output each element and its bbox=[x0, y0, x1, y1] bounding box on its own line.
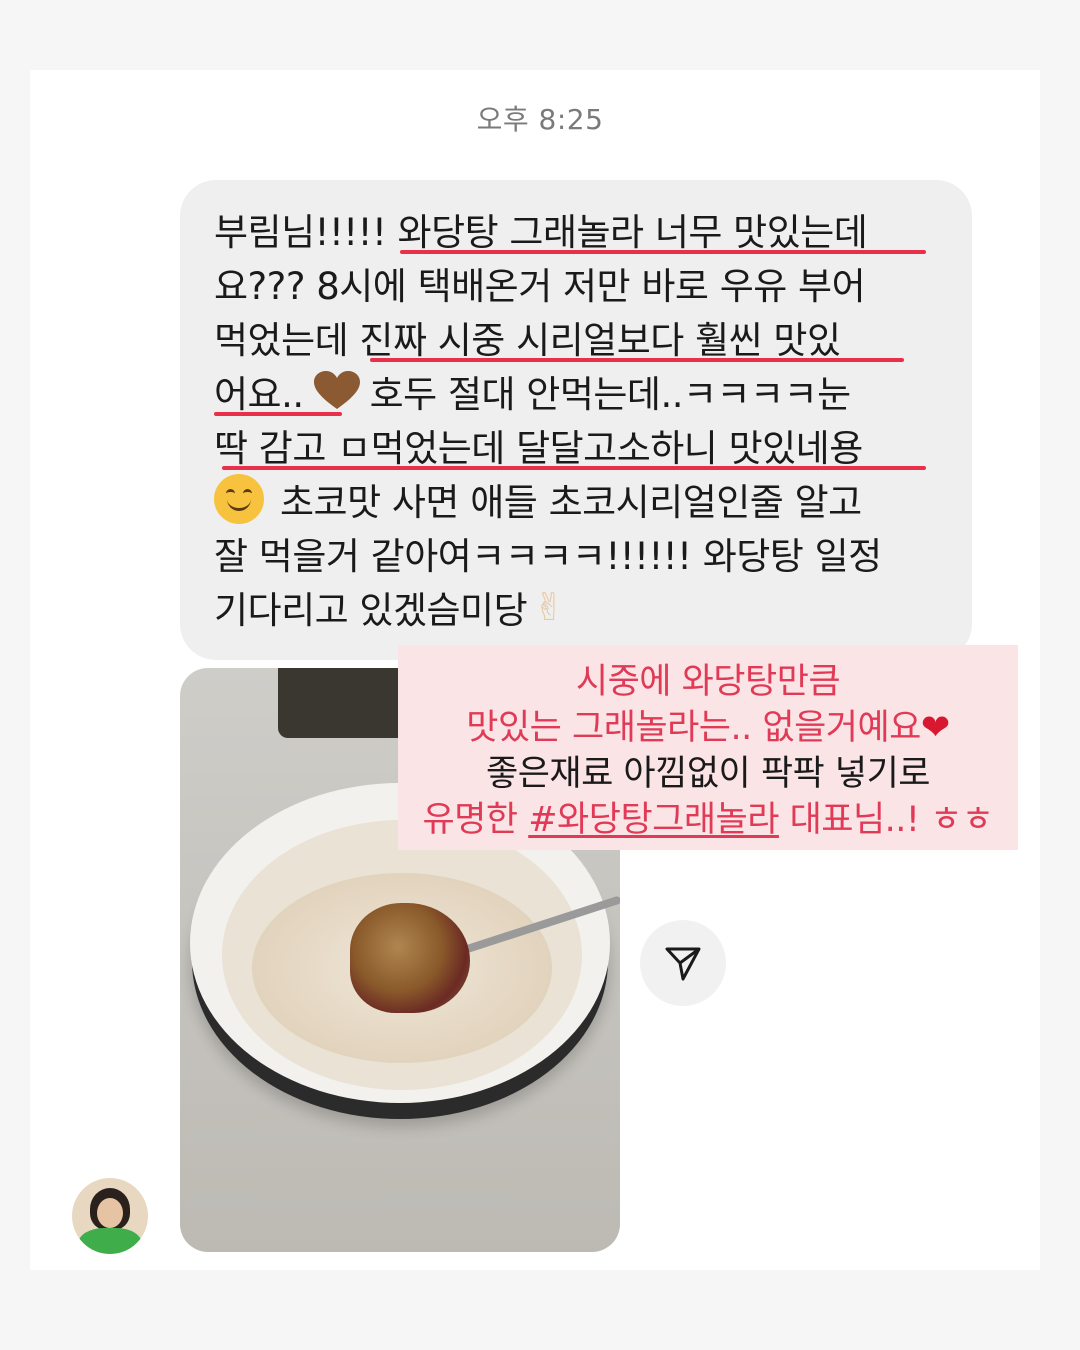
message-text: 부림님!!!!! 와당탕 그래놀라 너무 맛있는데 bbox=[214, 211, 868, 254]
share-button[interactable] bbox=[640, 920, 726, 1006]
message-text: 먹었는데 진짜 시중 시리얼보다 훨씬 맛있 bbox=[214, 319, 841, 362]
granola-jar bbox=[278, 668, 410, 738]
highlight-underline bbox=[370, 358, 904, 362]
caption-text: 유명한 bbox=[422, 800, 529, 840]
message-line-1: 부림님!!!!! 와당탕 그래놀라 너무 맛있는데 bbox=[214, 202, 942, 256]
highlight-underline bbox=[222, 466, 926, 470]
message-line-7: 잘 먹을거 같아여ㅋㅋㅋㅋ!!!!!! 와당탕 일정 bbox=[214, 526, 942, 580]
message-line-6: 초코맛 사면 애들 초코시리얼인줄 알고 bbox=[214, 472, 942, 526]
message-timestamp: 오후 8:25 bbox=[476, 103, 604, 136]
message-line-5: 딱 감고 ㅁ먹었는데 달달고소하니 맛있네용 bbox=[214, 418, 942, 472]
brown-heart-icon bbox=[313, 371, 360, 411]
message-text: 잘 먹을거 같아여ㅋㅋㅋㅋ!!!!!! 와당탕 일정 bbox=[214, 535, 882, 578]
highlight-underline bbox=[400, 250, 926, 254]
caption-line-1: 시중에 와당탕만큼 bbox=[575, 662, 841, 702]
message-line-3: 먹었는데 진짜 시중 시리얼보다 훨씬 맛있 bbox=[214, 310, 942, 364]
received-message-bubble[interactable]: 부림님!!!!! 와당탕 그래놀라 너무 맛있는데 요??? 8시에 택배온거 … bbox=[180, 180, 972, 660]
message-line-4: 어요.. 호두 절대 안먹는데..ㅋㅋㅋㅋ눈 bbox=[214, 364, 942, 418]
sender-avatar[interactable] bbox=[72, 1178, 148, 1254]
message-text: 호두 절대 안먹는데..ㅋㅋㅋㅋ눈 bbox=[369, 373, 852, 416]
highlight-underline bbox=[214, 412, 342, 416]
avatar-face bbox=[97, 1198, 123, 1228]
message-text: 기다리고 있겠슴미당 bbox=[214, 589, 528, 632]
message-line-2: 요??? 8시에 택배온거 저만 바로 우유 부어 bbox=[214, 256, 942, 310]
caption-text: 대표님..! ㅎㅎ bbox=[778, 800, 994, 840]
hashtag-link[interactable]: #와당탕그래놀라 bbox=[528, 800, 779, 840]
paper-plane-icon bbox=[665, 947, 701, 981]
message-text: 딱 감고 ㅁ먹었는데 달달고소하니 맛있네용 bbox=[214, 427, 863, 470]
message-text: 요??? 8시에 택배온거 저만 바로 우유 부어 bbox=[214, 265, 866, 308]
caption-line-3: 좋은재료 아낌없이 팍팍 넣기로 bbox=[486, 754, 930, 794]
red-heart-icon: ❤ bbox=[920, 708, 950, 748]
caption-text: 맛있는 그래놀라는.. 없을거예요 bbox=[466, 708, 921, 748]
message-text: 어요.. bbox=[214, 373, 304, 416]
caption-line-2: 맛있는 그래놀라는.. 없을거예요❤ bbox=[398, 705, 1018, 751]
smiling-face-icon bbox=[214, 474, 264, 524]
caption-overlay: 시중에 와당탕만큼 맛있는 그래놀라는.. 없을거예요❤ 좋은재료 아낌없이 팍… bbox=[398, 645, 1018, 850]
avatar-shirt bbox=[78, 1228, 142, 1254]
victory-hand-icon: ✌ bbox=[533, 585, 565, 629]
message-text: 초코맛 사면 애들 초코시리얼인줄 알고 bbox=[280, 481, 862, 524]
granola-on-spoon bbox=[350, 903, 470, 1013]
caption-line-4: 유명한 #와당탕그래놀라 대표님..! ㅎㅎ bbox=[398, 797, 1018, 843]
message-line-8: 기다리고 있겠슴미당 ✌ bbox=[214, 580, 942, 634]
